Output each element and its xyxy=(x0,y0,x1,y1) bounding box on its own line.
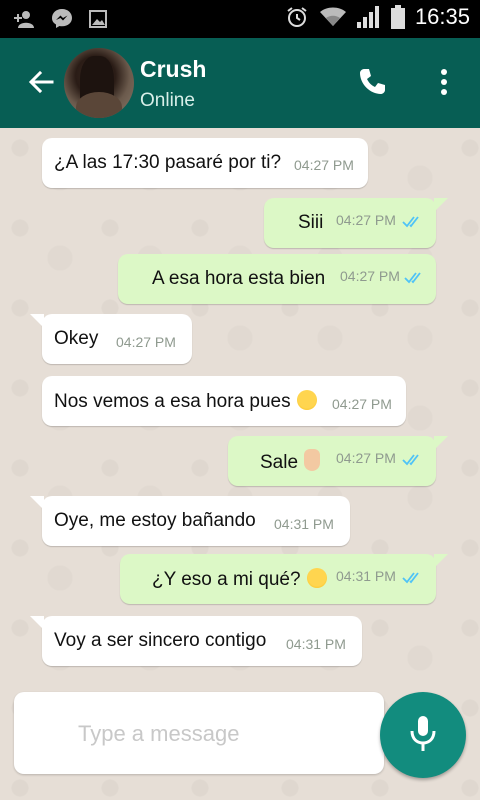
battery-icon xyxy=(390,5,405,29)
message-text: ¿Y eso a mi qué? xyxy=(120,567,327,591)
message-text: A esa hora esta bien xyxy=(152,268,326,289)
message-text: Oye, me estoy bañando xyxy=(54,510,256,531)
message-outgoing[interactable]: Sale 04:27 PM xyxy=(228,436,448,486)
message-outgoing[interactable]: Siii 04:27 PM xyxy=(264,198,448,248)
message-text: Nos vemos a esa hora pues xyxy=(42,389,317,413)
clock: 16:35 xyxy=(414,4,470,29)
message-incoming[interactable]: ¿A las 17:30 pasaré por ti? 04:27 PM xyxy=(42,138,368,188)
read-ticks-icon xyxy=(402,572,419,584)
message-time: 04:31 PM xyxy=(336,568,396,584)
read-ticks-icon xyxy=(402,454,419,466)
message-text: Voy a ser sincero contigo xyxy=(54,630,267,651)
message-incoming[interactable]: Nos vemos a esa hora pues 04:27 PM xyxy=(42,376,406,426)
contact-status: Online xyxy=(140,90,195,111)
message-text: Okey xyxy=(54,328,99,349)
avatar[interactable] xyxy=(64,48,134,118)
message-incoming[interactable]: Oye, me estoy bañando 04:31 PM xyxy=(30,496,350,546)
message-composer xyxy=(14,692,384,774)
message-time: 04:31 PM xyxy=(274,516,334,532)
alarm-icon xyxy=(287,7,307,27)
more-vert-icon[interactable] xyxy=(432,66,456,98)
message-outgoing[interactable]: A esa hora esta bien 04:27 PM xyxy=(118,254,436,304)
wifi-icon xyxy=(319,7,346,26)
message-time: 04:31 PM xyxy=(286,636,346,652)
message-input[interactable] xyxy=(76,714,370,754)
gallery-icon xyxy=(89,10,107,28)
message-time: 04:27 PM xyxy=(336,212,396,228)
message-time: 04:27 PM xyxy=(336,450,396,466)
read-ticks-icon xyxy=(404,272,421,284)
message-incoming[interactable]: Okey 04:27 PM xyxy=(30,314,192,364)
message-text: ¿A las 17:30 pasaré por ti? xyxy=(54,152,282,173)
message-incoming[interactable]: Voy a ser sincero contigo 04:31 PM xyxy=(30,616,362,666)
kissing-face-emoji xyxy=(296,389,317,410)
message-time: 04:27 PM xyxy=(116,334,176,350)
mic-icon xyxy=(410,716,436,751)
message-text: Sale xyxy=(228,448,321,474)
mic-button[interactable] xyxy=(380,692,466,778)
raised-hand-emoji xyxy=(304,448,321,471)
messenger-icon xyxy=(52,9,72,28)
contact-name[interactable]: Crush xyxy=(140,56,206,83)
chat-header: Crush Online xyxy=(0,38,480,128)
message-time: 04:27 PM xyxy=(294,157,354,173)
message-time: 04:27 PM xyxy=(340,268,400,284)
message-outgoing[interactable]: ¿Y eso a mi qué? 04:31 PM xyxy=(120,554,448,604)
flushed-face-emoji xyxy=(306,567,327,588)
message-time: 04:27 PM xyxy=(332,396,392,412)
status-bar: 16:35 xyxy=(0,0,480,38)
phone-icon[interactable] xyxy=(356,66,388,98)
read-ticks-icon xyxy=(402,216,419,228)
message-text: Siii xyxy=(298,212,324,233)
person-add-icon xyxy=(14,11,34,28)
signal-icon xyxy=(356,6,379,28)
back-arrow-icon[interactable] xyxy=(26,66,58,98)
